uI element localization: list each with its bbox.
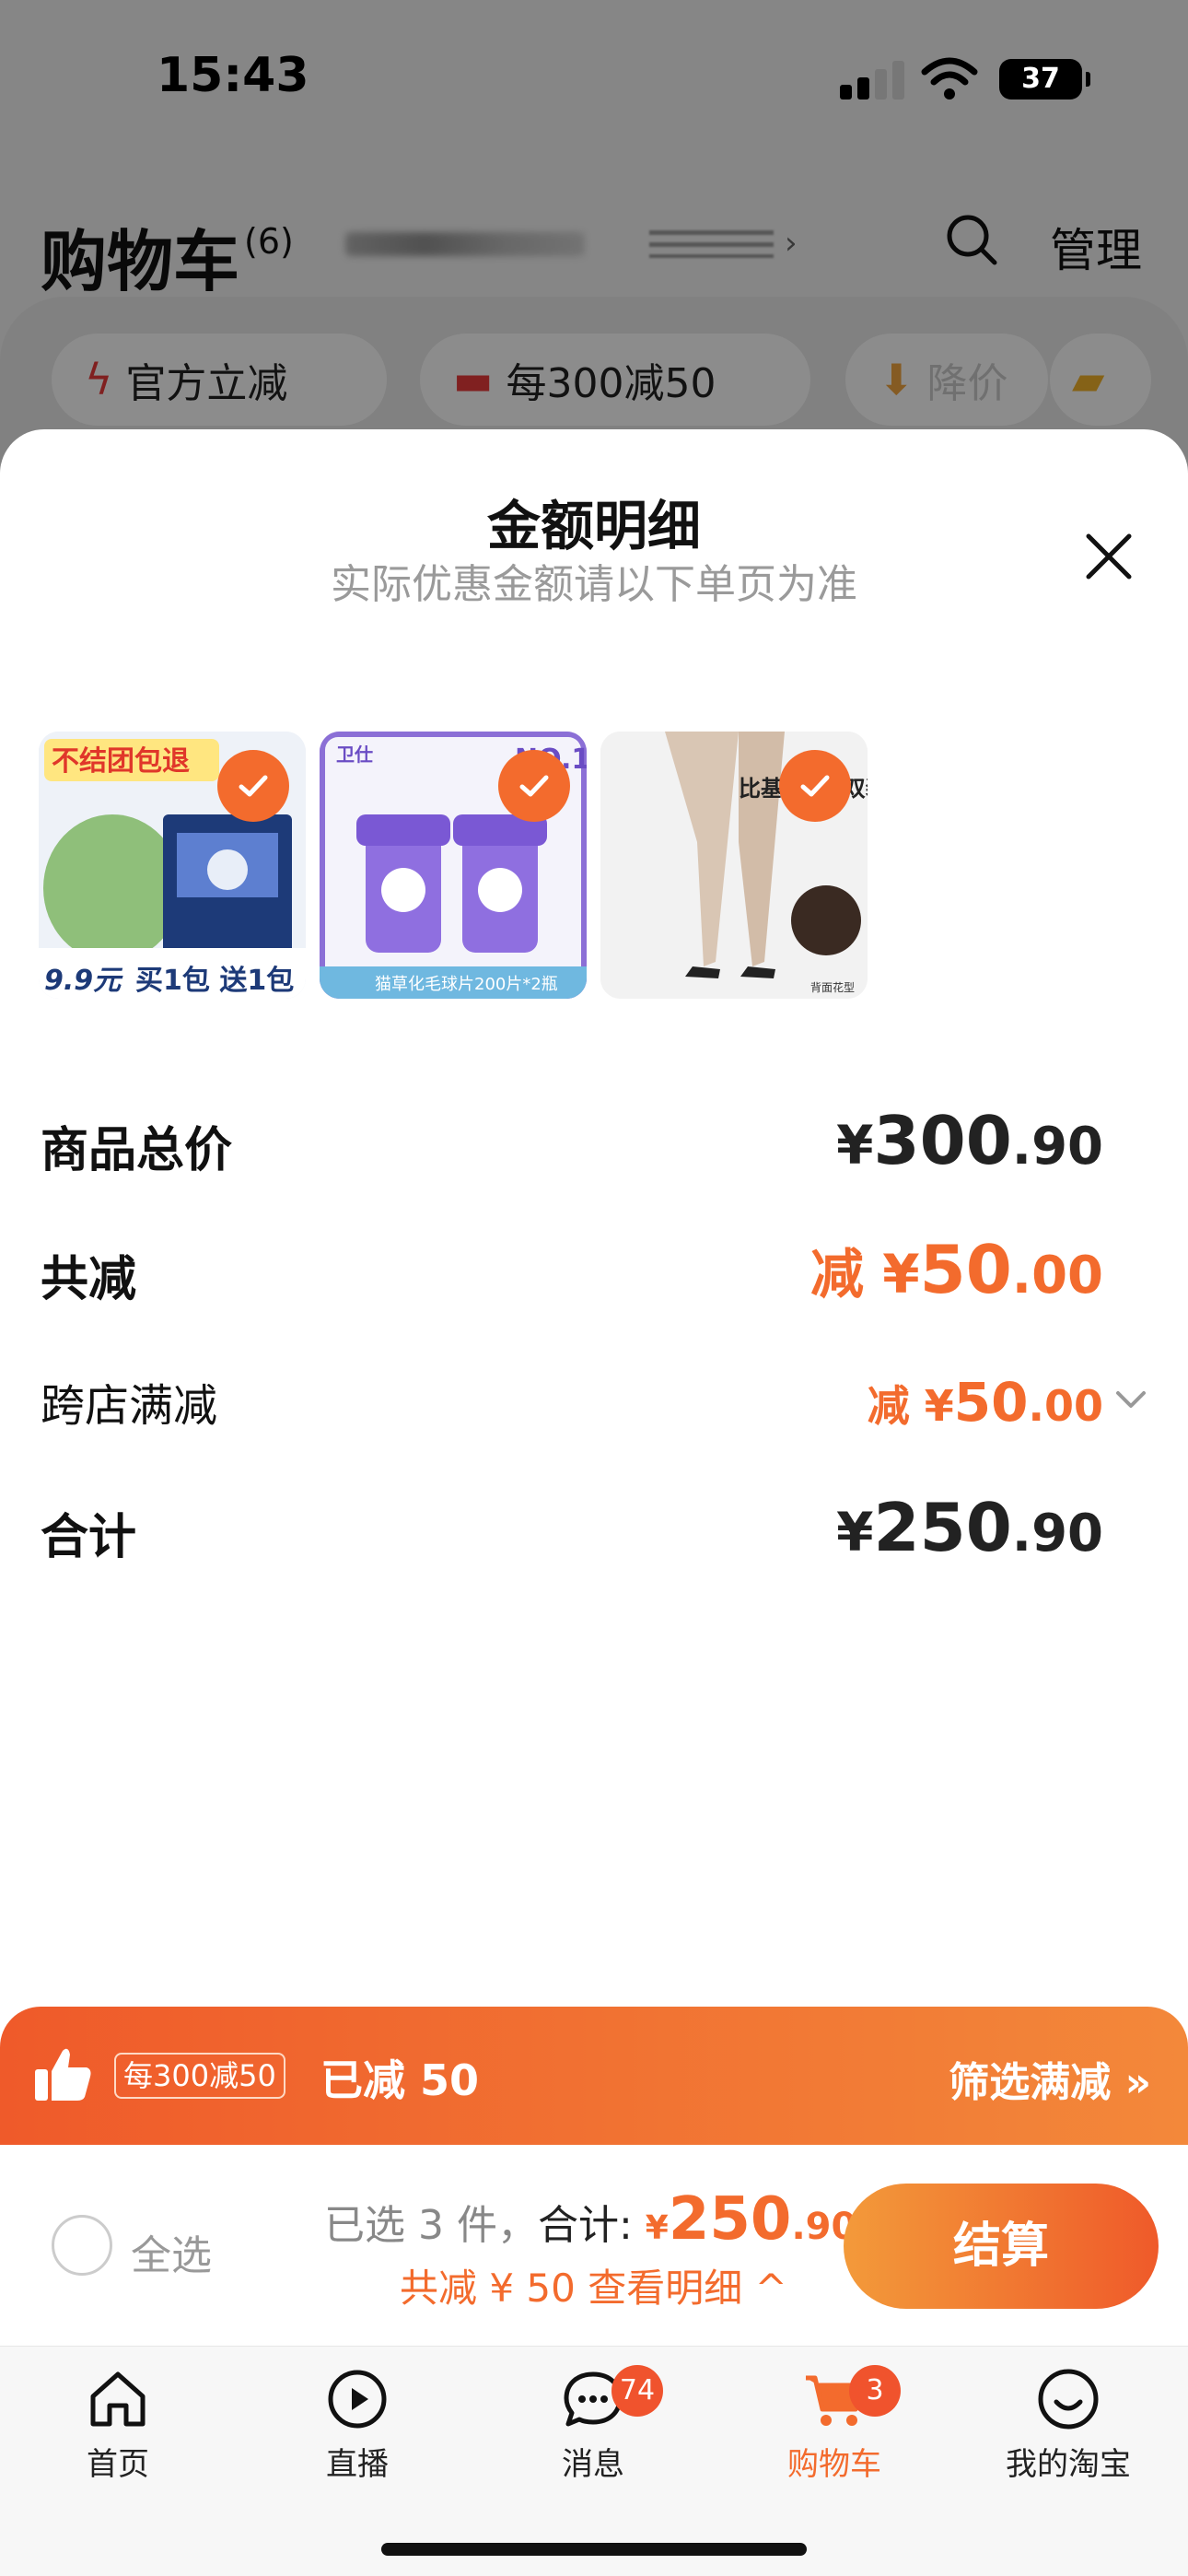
message-badge: 74: [611, 2365, 663, 2417]
checkmark-icon: [779, 750, 851, 822]
sheet-subtitle: 实际优惠金额请以下单页为准: [331, 561, 857, 608]
grand-total-value: ¥250.90: [836, 1489, 1103, 1566]
tab-messages[interactable]: 消息 74: [492, 2365, 694, 2484]
tab-my-taobao[interactable]: 我的淘宝: [967, 2365, 1170, 2484]
total-price-label: 商品总价: [41, 1123, 233, 1178]
currency-symbol: ¥: [645, 2209, 669, 2247]
select-all-label[interactable]: 全选: [131, 2222, 212, 2281]
tab-home[interactable]: 首页: [17, 2365, 219, 2484]
selection-summary: 已选 3 件，合计: ¥250.90: [324, 2185, 856, 2254]
tab-cart[interactable]: 购物车 3: [733, 2365, 936, 2484]
home-icon: [90, 2371, 146, 2427]
tab-live[interactable]: 直播: [256, 2365, 459, 2484]
amount-decimal: .00: [1028, 1381, 1104, 1431]
total-label: 合计:: [537, 2202, 646, 2249]
signal-icon: [840, 61, 904, 100]
tab-label: 直播: [326, 2446, 389, 2483]
amount-decimal: .00: [1011, 1246, 1103, 1306]
checkout-bar: 全选 已选 3 件，合计: ¥250.90 共减 ¥ 50 查看明细 ^ 结算: [0, 2145, 1188, 2346]
grand-total-label: 合计: [41, 1510, 137, 1565]
smile-icon: [1038, 2369, 1099, 2430]
status-bar: 15:43 37: [0, 0, 1188, 157]
filter-discount-link[interactable]: 筛选满减 »: [949, 2049, 1151, 2108]
battery-icon: 37: [999, 59, 1090, 100]
checkmark-icon: [498, 750, 570, 822]
promo-tag: 每300减50: [114, 2053, 285, 2099]
thumb-caption: 猫草化毛球片200片*2瓶: [375, 975, 558, 994]
total-integer: 250: [668, 2185, 792, 2254]
selected-count: 已选 3 件，: [324, 2202, 538, 2249]
discount-prefix: 减 ¥: [810, 1243, 920, 1306]
amount-integer: 300: [873, 1102, 1012, 1179]
cart-badge: 3: [849, 2365, 901, 2417]
discount-label: 共减: [41, 1252, 137, 1307]
thumb-offer: 买1包 送1包: [135, 965, 294, 997]
tab-label: 购物车: [787, 2446, 881, 2483]
thumbs-up-icon: [35, 2048, 91, 2101]
cross-store-discount-label: 跨店满减: [41, 1380, 218, 1432]
tab-label: 我的淘宝: [1006, 2446, 1131, 2483]
checkout-button[interactable]: 结算: [844, 2184, 1159, 2309]
thumb-foot: 背面花型: [810, 980, 855, 994]
currency-symbol: ¥: [836, 1114, 874, 1177]
sheet-title: 金额明细: [486, 495, 701, 557]
currency-symbol: ¥: [836, 1501, 874, 1563]
chevron-down-icon[interactable]: [1111, 1378, 1151, 1419]
select-all-radio[interactable]: [52, 2215, 112, 2276]
amount-decimal: .90: [1011, 1504, 1103, 1563]
product-thumb-cat-litter[interactable]: 不结团包退 9.9元 买1包 送1包: [39, 732, 306, 999]
view-details-link[interactable]: 共减 ¥ 50 查看明细 ^: [400, 2257, 787, 2313]
play-icon: [328, 2370, 387, 2429]
amount-decimal: .90: [1011, 1117, 1103, 1177]
checkmark-icon: [217, 750, 289, 822]
clock: 15:43: [157, 48, 309, 103]
home-indicator: [381, 2543, 807, 2556]
thumb-headline: 不结团包退: [52, 745, 190, 778]
amount-integer: 50: [953, 1371, 1029, 1434]
promo-applied-text: 已减 50: [320, 2055, 480, 2105]
bottom-tab-bar: 首页 直播 消息 74 购物车 3 我的淘宝: [0, 2346, 1188, 2576]
amount-integer: 250: [873, 1489, 1012, 1566]
product-thumbnails: 不结团包退 9.9元 买1包 送1包 卫仕 NO.1: [39, 732, 868, 999]
wifi-icon: [921, 57, 978, 100]
discount-promo-bar: 每300减50 已减 50 筛选满减 »: [0, 2007, 1188, 2145]
thumb-price: 9.9元: [44, 965, 123, 997]
tab-label: 首页: [87, 2446, 149, 2483]
product-thumb-hairball-tablets[interactable]: 卫仕 NO.1 猫草化毛球片200片*2瓶: [320, 732, 587, 999]
discount-value: 减 ¥50.00: [810, 1231, 1103, 1308]
amount-integer: 50: [919, 1231, 1012, 1308]
tab-label: 消息: [562, 2446, 624, 2483]
total-price-value: ¥300.90: [836, 1102, 1103, 1179]
product-thumb-stockings[interactable]: 比基尼 10双装 背面花型: [600, 732, 868, 999]
discount-prefix: 减 ¥: [867, 1381, 954, 1431]
thumb-brand: 卫仕: [336, 744, 373, 766]
cross-store-discount-value[interactable]: 减 ¥50.00: [868, 1371, 1103, 1434]
close-icon[interactable]: [1079, 527, 1138, 586]
